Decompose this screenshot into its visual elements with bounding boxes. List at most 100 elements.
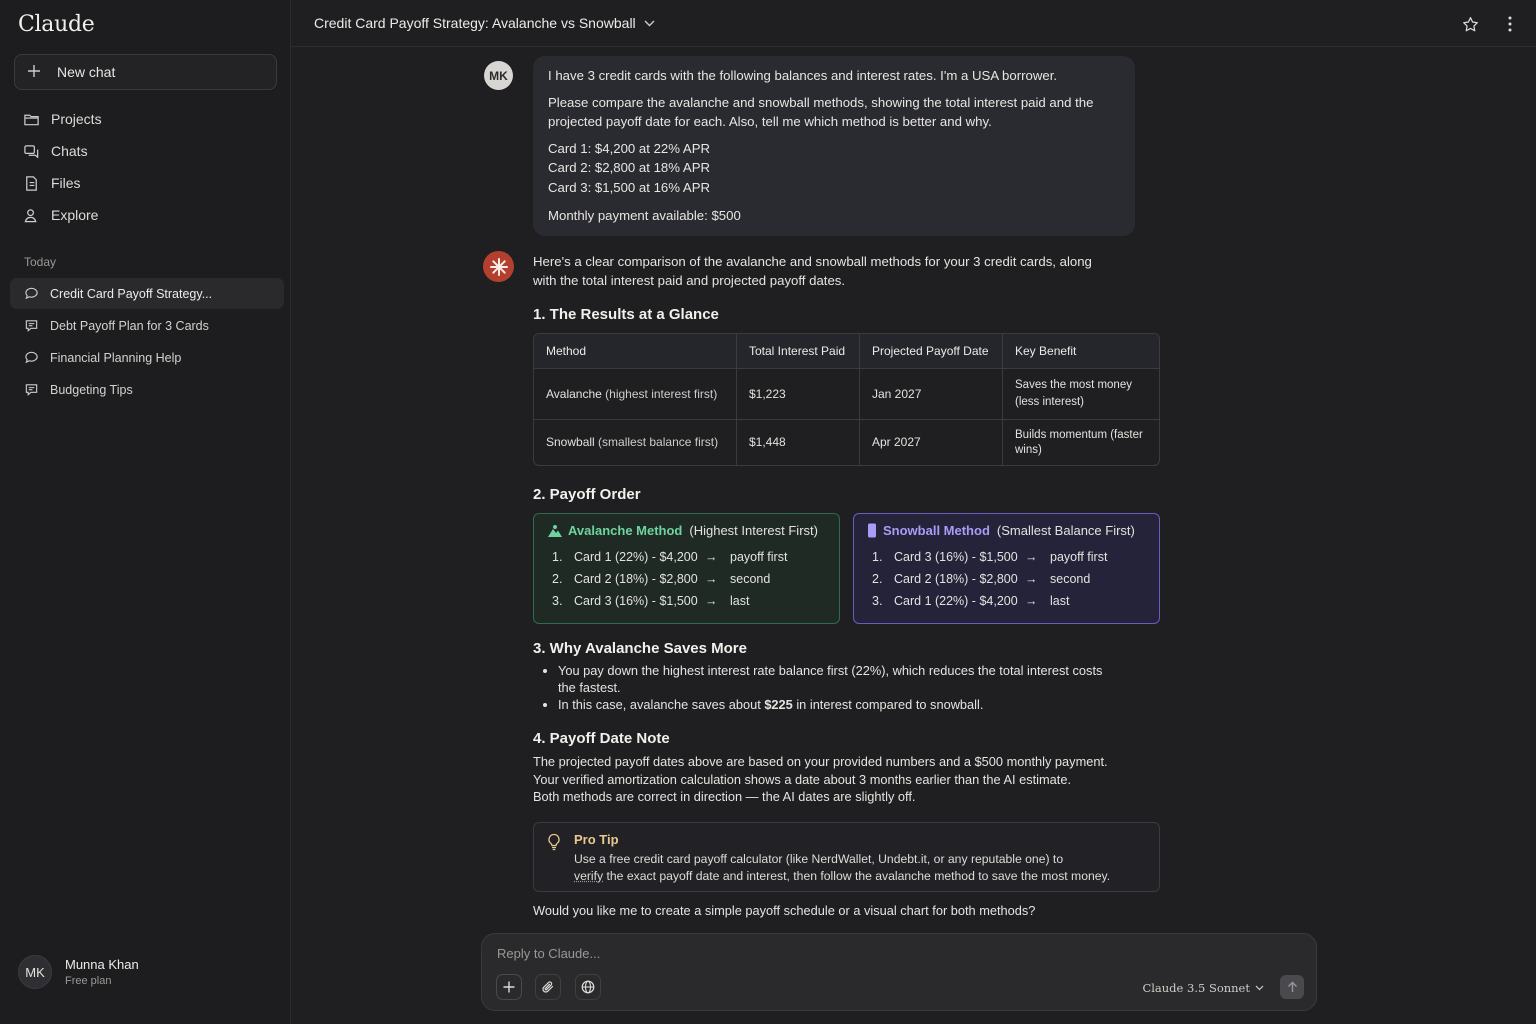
order-step: second <box>730 572 771 586</box>
interest-cell: $1,448 <box>737 420 860 465</box>
plus-icon <box>27 63 47 81</box>
claude-spark-icon <box>489 257 508 276</box>
arrow-icon: → <box>1025 572 1038 586</box>
method-name: Snowball <box>546 435 595 449</box>
app-logo[interactable]: Claude <box>18 12 95 37</box>
recent-chat-item[interactable]: Budgeting Tips <box>10 374 284 405</box>
arrow-icon: → <box>1025 594 1038 608</box>
note-line: The projected payoff dates above are bas… <box>533 754 1108 769</box>
chat-bubble-icon <box>25 320 38 332</box>
order-step: last <box>730 594 750 608</box>
avatar: MK <box>18 955 52 989</box>
table-header: Method <box>534 334 737 369</box>
user-plan: Free plan <box>65 975 112 987</box>
order-card: Card 3 (16%) - $1,500 <box>894 550 1018 564</box>
card-line: Card 1: $4,200 at 22% APR <box>548 140 711 156</box>
chat-bubble-icon <box>25 287 38 300</box>
order-number: 1. <box>872 550 883 564</box>
recent-chat-label: Debt Payoff Plan for 3 Cards <box>50 318 209 333</box>
new-chat-label: New chat <box>57 64 116 80</box>
table-row: Snowball (smallest balance first) $1,448… <box>534 420 1159 465</box>
user-message: I have 3 credit cards with the following… <box>533 56 1135 236</box>
paperclip-icon <box>542 981 554 993</box>
new-chat-button[interactable]: New chat <box>14 54 277 90</box>
sidebar-item-label: Projects <box>51 111 102 127</box>
model-selector[interactable]: Claude 3.5 Sonnet <box>1142 981 1264 995</box>
arrow-icon: → <box>705 594 718 608</box>
note-line: Both methods are correct in direction — … <box>533 789 916 804</box>
list-item: 1. Card 1 (22%) - $4,200 → payoff first <box>547 546 826 568</box>
sidebar-item-explore[interactable]: Explore <box>14 199 277 231</box>
order-card: Card 2 (18%) - $2,800 <box>574 572 698 586</box>
model-name: Claude 3.5 Sonnet <box>1142 981 1250 995</box>
avalanche-subtitle: (Highest Interest First) <box>689 523 818 538</box>
file-icon <box>26 175 37 191</box>
sidebar-item-label: Files <box>51 175 81 191</box>
star-icon[interactable] <box>1460 14 1480 34</box>
chat-title-dropdown[interactable]: Credit Card Payoff Strategy: Avalanche v… <box>314 15 655 31</box>
user-profile[interactable]: MK Munna Khan Free plan <box>18 955 139 989</box>
snowball-subtitle: (Smallest Balance First) <box>996 523 1135 538</box>
order-step: last <box>1050 594 1070 608</box>
tip-verify-word: verify <box>574 869 604 883</box>
order-number: 2. <box>872 572 883 586</box>
table-header: Key Benefit <box>1003 334 1159 369</box>
sidebar-item-chats[interactable]: Chats <box>14 135 277 167</box>
plus-icon <box>503 981 515 993</box>
attach-button[interactable] <box>535 974 561 1000</box>
list-item: 3. Card 1 (22%) - $4,200 → last <box>867 590 1146 612</box>
snowball-order-card: Snowball Method (Smallest Balance First)… <box>853 513 1160 624</box>
recent-chat-label: Budgeting Tips <box>50 382 133 397</box>
chat-header: Credit Card Payoff Strategy: Avalanche v… <box>291 0 1536 47</box>
recent-chat-label: Credit Card Payoff Strategy... <box>50 286 213 301</box>
recent-chat-label: Financial Planning Help <box>50 350 182 365</box>
table-row: Avalanche (highest interest first) $1,22… <box>534 369 1159 420</box>
arrow-up-icon <box>1287 981 1297 992</box>
tip-line: Use a free credit card payoff calculator… <box>574 851 1064 866</box>
order-step: second <box>1050 572 1091 586</box>
table-header: Total Interest Paid <box>737 334 860 369</box>
list-item: 2. Card 2 (18%) - $2,800 → second <box>547 568 826 590</box>
reply-composer[interactable]: Reply to Claude... Claude 3.5 Sonnet <box>481 933 1317 1011</box>
method-name: Avalanche <box>546 386 602 401</box>
section-today-label: Today <box>24 255 57 269</box>
recent-chat-item[interactable]: Credit Card Payoff Strategy... <box>10 278 284 309</box>
chats-icon <box>24 144 39 158</box>
benefit-cell: Saves the most money (less interest) <box>1003 369 1159 420</box>
add-content-button[interactable] <box>496 974 522 1000</box>
follow-up-question: Would you like me to create a simple pay… <box>533 903 1036 918</box>
order-card: Card 2 (18%) - $2,800 <box>894 572 1018 586</box>
send-button[interactable] <box>1280 975 1304 999</box>
more-options-icon[interactable] <box>1500 14 1520 34</box>
table-header: Projected Payoff Date <box>860 334 1003 369</box>
list-item: 1. Card 3 (16%) - $1,500 → payoff first <box>867 546 1146 568</box>
order-card: Card 3 (16%) - $1,500 <box>574 594 698 608</box>
note-line: Your verified amortization calculation s… <box>533 771 1072 787</box>
web-search-button[interactable] <box>575 974 601 1000</box>
recent-chat-item[interactable]: Financial Planning Help <box>10 342 284 373</box>
tip-line: the exact payoff date and interest, then… <box>603 869 1111 883</box>
reply-input[interactable]: Reply to Claude... <box>497 946 600 961</box>
sidebar: Claude New chat Projects Chats Files Exp… <box>0 0 291 1024</box>
assistant-message-cont: 3. Why Avalanche Saves More You pay down… <box>533 639 1163 806</box>
section-heading: 2. Payoff Order <box>533 486 641 503</box>
list-item: 3. Card 3 (16%) - $1,500 → last <box>547 590 826 612</box>
section-heading: 1. The Results at a Glance <box>533 306 719 323</box>
bullet-item: You pay down the highest interest rate b… <box>558 662 1108 696</box>
order-number: 3. <box>552 594 563 608</box>
recent-chat-item[interactable]: Debt Payoff Plan for 3 Cards <box>10 310 284 341</box>
snowball-title: Snowball Method <box>883 523 990 538</box>
sidebar-nav: Projects Chats Files Explore <box>14 103 277 231</box>
sidebar-item-projects[interactable]: Projects <box>14 103 277 135</box>
chevron-down-icon <box>1255 985 1264 991</box>
tip-title: Pro Tip <box>574 832 619 847</box>
card-line: Card 3: $1,500 at 16% APR <box>548 179 711 195</box>
sidebar-item-files[interactable]: Files <box>14 167 277 199</box>
claude-avatar <box>483 251 514 282</box>
arrow-icon: → <box>1025 550 1038 564</box>
order-step: payoff first <box>730 550 788 564</box>
sidebar-item-label: Explore <box>51 207 99 223</box>
results-table: Method Total Interest Paid Projected Pay… <box>533 333 1160 466</box>
order-card: Card 1 (22%) - $4,200 <box>894 594 1018 608</box>
page-title: Credit Card Payoff Strategy: Avalanche v… <box>314 15 636 31</box>
